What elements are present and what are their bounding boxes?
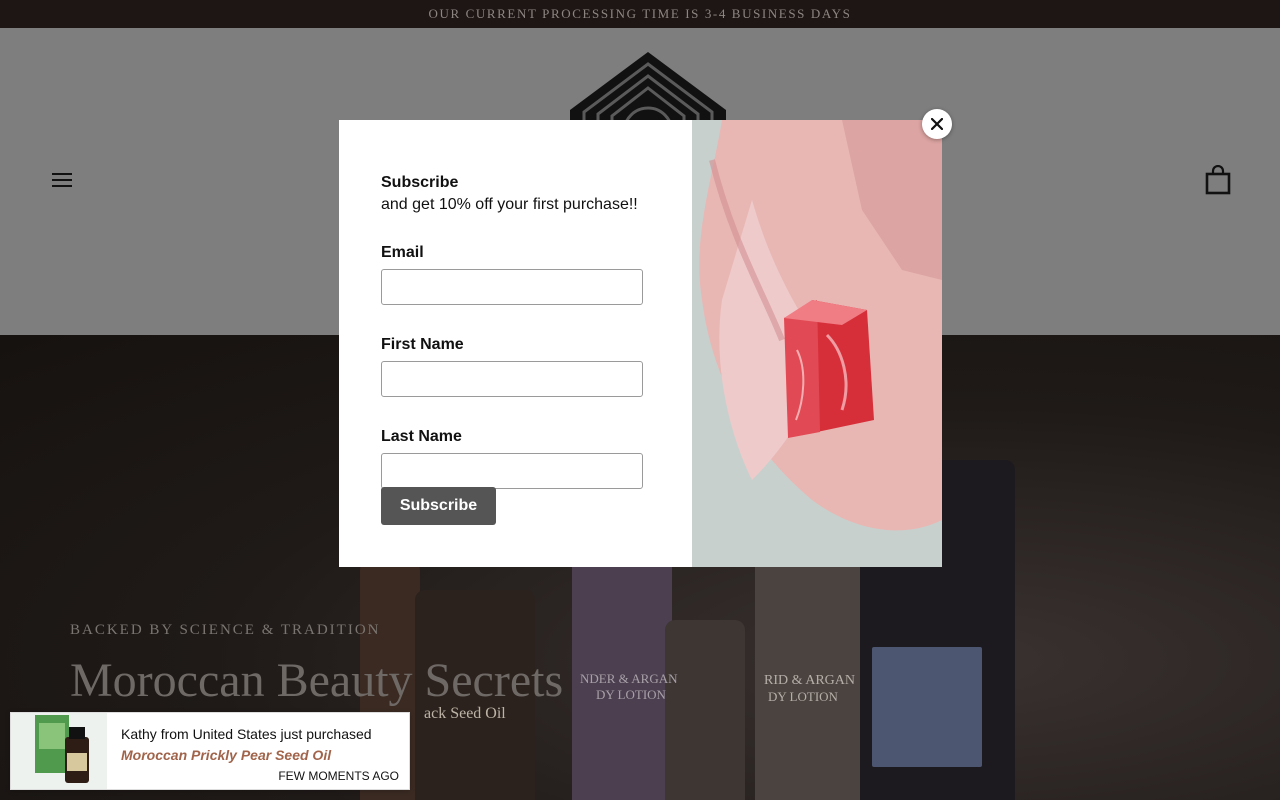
announcement-bar: OUR CURRENT PROCESSING TIME IS 3-4 BUSIN…: [0, 0, 1280, 28]
close-popup-button[interactable]: [922, 109, 952, 139]
bottle-label: DY LOTION: [596, 687, 666, 702]
subscribe-button[interactable]: Subscribe: [381, 487, 496, 525]
bottle-label: DY LOTION: [768, 689, 838, 704]
product-bottle: [872, 647, 982, 767]
shopping-bag-icon[interactable]: [1205, 165, 1231, 195]
first-name-field[interactable]: [381, 361, 643, 397]
product-thumbnail: [11, 713, 107, 789]
subscribe-form: Subscribe and get 10% off your first pur…: [381, 174, 643, 489]
popup-heading: Subscribe: [381, 174, 459, 191]
first-name-label: First Name: [381, 336, 464, 353]
toast-message: Kathy from United States just purchased: [121, 726, 372, 742]
close-icon: [931, 118, 943, 130]
announcement-text: OUR CURRENT PROCESSING TIME IS 3-4 BUSIN…: [428, 6, 852, 21]
soap-photo: [692, 120, 942, 567]
email-label: Email: [381, 244, 424, 261]
hero-title: Moroccan Beauty Secrets: [70, 654, 564, 707]
toast-product-link[interactable]: Moroccan Prickly Pear Seed Oil: [121, 747, 331, 763]
hamburger-icon[interactable]: [52, 173, 72, 189]
last-name-field[interactable]: [381, 453, 643, 489]
recent-purchase-toast[interactable]: Kathy from United States just purchased …: [10, 712, 410, 790]
hero-kicker: BACKED BY SCIENCE & TRADITION: [70, 622, 381, 638]
last-name-label: Last Name: [381, 428, 462, 445]
product-bottle: [665, 620, 745, 800]
toast-timestamp: FEW MOMENTS AGO: [278, 769, 399, 783]
subscribe-popup: Subscribe and get 10% off your first pur…: [339, 120, 942, 567]
bottle-label: RID & ARGAN: [764, 673, 856, 688]
bottle-label: NDER & ARGAN: [580, 671, 678, 686]
email-field[interactable]: [381, 269, 643, 305]
popup-subheading: and get 10% off your first purchase!!: [381, 196, 638, 213]
